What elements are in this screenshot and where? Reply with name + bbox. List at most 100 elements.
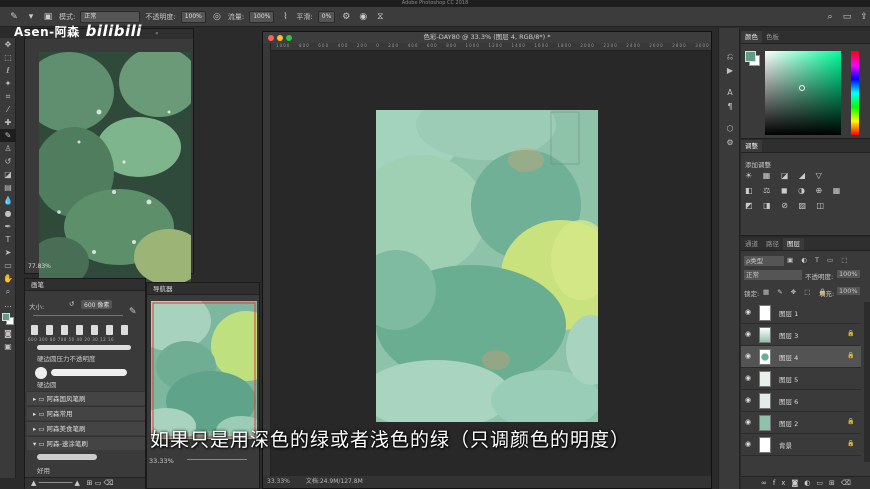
eye-icon[interactable]: ◉: [745, 308, 751, 316]
zoom-tool-icon[interactable]: ⌕: [0, 285, 16, 298]
history-icon[interactable]: ⎌: [719, 50, 741, 64]
brush-preset[interactable]: [46, 325, 53, 335]
eyedropper-tool-icon[interactable]: ⁄: [0, 103, 16, 116]
document-title-bar[interactable]: 色彩-DAY80 @ 33.3% (图层 4, RGB/8*) *: [263, 32, 711, 43]
hue-slider[interactable]: [851, 51, 859, 135]
tab-swatches[interactable]: 色板: [762, 31, 783, 43]
layer-row[interactable]: ◉ 背景 🔒: [741, 434, 861, 456]
pressure-size-icon[interactable]: ◉: [357, 11, 369, 23]
fx-button[interactable]: fx: [773, 479, 792, 487]
brush-item[interactable]: 好用: [37, 465, 50, 475]
workspace-icon[interactable]: ▭: [841, 11, 853, 23]
brush-item[interactable]: 硬边圆压力不透明度: [37, 353, 96, 363]
eye-icon[interactable]: ◉: [745, 396, 751, 404]
symmetry-icon[interactable]: ⧖: [374, 11, 386, 23]
screen-mode-icon[interactable]: ▣: [0, 340, 16, 353]
dodge-tool-icon[interactable]: ●: [0, 207, 16, 220]
brush-preset-picker[interactable]: ▾: [25, 11, 37, 23]
tab-adjustments[interactable]: 调整: [741, 140, 762, 152]
adjustment-icons-row[interactable]: ◩ ◨ ⊘ ▨ ◫: [745, 201, 828, 210]
smooth-field[interactable]: 0%: [317, 10, 336, 23]
eye-icon[interactable]: ◉: [745, 374, 751, 382]
tab-channels[interactable]: 通道: [741, 238, 762, 250]
lasso-tool-icon[interactable]: ℓ: [0, 64, 16, 77]
paragraph-icon[interactable]: ¶: [719, 100, 741, 114]
pen-tool-icon[interactable]: ✒: [0, 220, 16, 233]
layer-filter-select[interactable]: ρ类型: [744, 256, 784, 266]
adjustment-icons-row[interactable]: ☀ ▦ ◪ ◢ ▽: [745, 171, 826, 180]
share-icon[interactable]: ⇪: [858, 11, 870, 23]
layer-row[interactable]: ◉ 图层 6: [741, 390, 861, 412]
foreground-color-chip[interactable]: [745, 51, 756, 62]
shape-tool-icon[interactable]: ▭: [0, 259, 16, 272]
layers-scrollbar[interactable]: [864, 302, 870, 462]
refresh-icon[interactable]: ↺: [69, 300, 74, 308]
brush-preset[interactable]: [31, 325, 38, 335]
layer-filter-icons[interactable]: ▣ ◐ T ▭ ⬚: [787, 256, 850, 264]
brush-folder[interactable]: ▸ ▭ 阿森常用: [27, 406, 145, 420]
brush-item[interactable]: 硬边圆: [37, 379, 57, 389]
document-size[interactable]: 文档:24.9M/127.8M: [306, 478, 363, 485]
history-brush-tool-icon[interactable]: ↺: [0, 155, 16, 168]
eraser-tool-icon[interactable]: ◪: [0, 168, 16, 181]
navigator-zoom[interactable]: 33.33%: [149, 457, 174, 465]
gear-icon[interactable]: ⚙: [340, 11, 352, 23]
layer-opacity-field[interactable]: 100%: [837, 270, 860, 278]
3d-icon[interactable]: ⬡: [719, 122, 741, 136]
brush-tool-icon[interactable]: ✎: [8, 11, 20, 23]
quick-mask-icon[interactable]: ◙: [0, 327, 16, 340]
canvas-artwork[interactable]: [376, 110, 598, 422]
new-layer-icon[interactable]: ⊞: [829, 479, 841, 487]
flow-field[interactable]: 100%: [249, 10, 275, 23]
brush-preset[interactable]: [106, 325, 113, 335]
stamp-tool-icon[interactable]: ♙: [0, 142, 16, 155]
tab-layers[interactable]: 图层: [783, 238, 804, 250]
brush-tool-icon[interactable]: ✎: [0, 129, 16, 142]
link-layers-icon[interactable]: ∞: [761, 479, 773, 487]
layer-row[interactable]: ◉ 图层 3 🔒: [741, 324, 861, 346]
more-tools-icon[interactable]: …: [0, 298, 16, 311]
brush-folder[interactable]: ▾ ▭ 阿森-速涂笔刷: [27, 436, 145, 450]
brush-settings-icon[interactable]: ▣: [42, 11, 54, 23]
brush-size-field[interactable]: 600 像素: [81, 300, 113, 309]
search-icon[interactable]: ⌕: [824, 11, 836, 23]
type-tool-icon[interactable]: T: [0, 233, 16, 246]
tab-paths[interactable]: 路径: [762, 238, 783, 250]
trash-icon[interactable]: ⌫: [841, 479, 857, 487]
fill-field[interactable]: 100%: [837, 287, 860, 295]
brush-panel-title[interactable]: 画笔: [25, 279, 145, 291]
layer-row[interactable]: ◉ 图层 1: [741, 302, 861, 324]
magic-wand-tool-icon[interactable]: ✦: [0, 77, 16, 90]
brush-edit-icon[interactable]: ✎: [129, 307, 137, 317]
tab-color[interactable]: 颜色: [741, 31, 762, 43]
hand-tool-icon[interactable]: ✋: [0, 272, 16, 285]
marquee-tool-icon[interactable]: ⬚: [0, 51, 16, 64]
size-slider[interactable]: [33, 315, 123, 316]
airbrush-icon[interactable]: ⌇: [279, 11, 291, 23]
healing-tool-icon[interactable]: ✚: [0, 116, 16, 129]
eye-icon[interactable]: ◉: [745, 352, 751, 360]
layer-row[interactable]: ◉ 图层 5: [741, 368, 861, 390]
layer-row[interactable]: ◉ 图层 4 🔒: [741, 346, 861, 368]
horizontal-ruler[interactable]: 1000 800 600 400 200 0 200 400 600 800 1…: [271, 43, 711, 51]
navigator-title[interactable]: 导航器: [147, 283, 259, 295]
brush-folder[interactable]: ▸ ▭ 阿森国风笔刷: [27, 391, 145, 405]
character-icon[interactable]: A: [719, 86, 741, 100]
brush-preset[interactable]: [61, 325, 68, 335]
pressure-opacity-icon[interactable]: ◎: [211, 11, 223, 23]
gradient-tool-icon[interactable]: ▤: [0, 181, 16, 194]
add-mask-icon[interactable]: ◙: [791, 479, 804, 487]
brush-preset[interactable]: [91, 325, 98, 335]
properties-icon[interactable]: ⚙: [719, 136, 741, 150]
eye-icon[interactable]: ◉: [745, 330, 751, 338]
brush-preset[interactable]: [76, 325, 83, 335]
actions-icon[interactable]: ▶: [719, 64, 741, 78]
minimize-icon[interactable]: [277, 35, 283, 41]
blur-tool-icon[interactable]: 💧: [0, 194, 16, 207]
close-icon[interactable]: [268, 35, 274, 41]
eye-icon[interactable]: ◉: [745, 440, 751, 448]
navigator-zoom-slider[interactable]: [187, 459, 247, 460]
crop-tool-icon[interactable]: ⌗: [0, 90, 16, 103]
blend-mode-select[interactable]: 正常: [744, 270, 802, 280]
foreground-color-swatch[interactable]: [2, 313, 10, 321]
